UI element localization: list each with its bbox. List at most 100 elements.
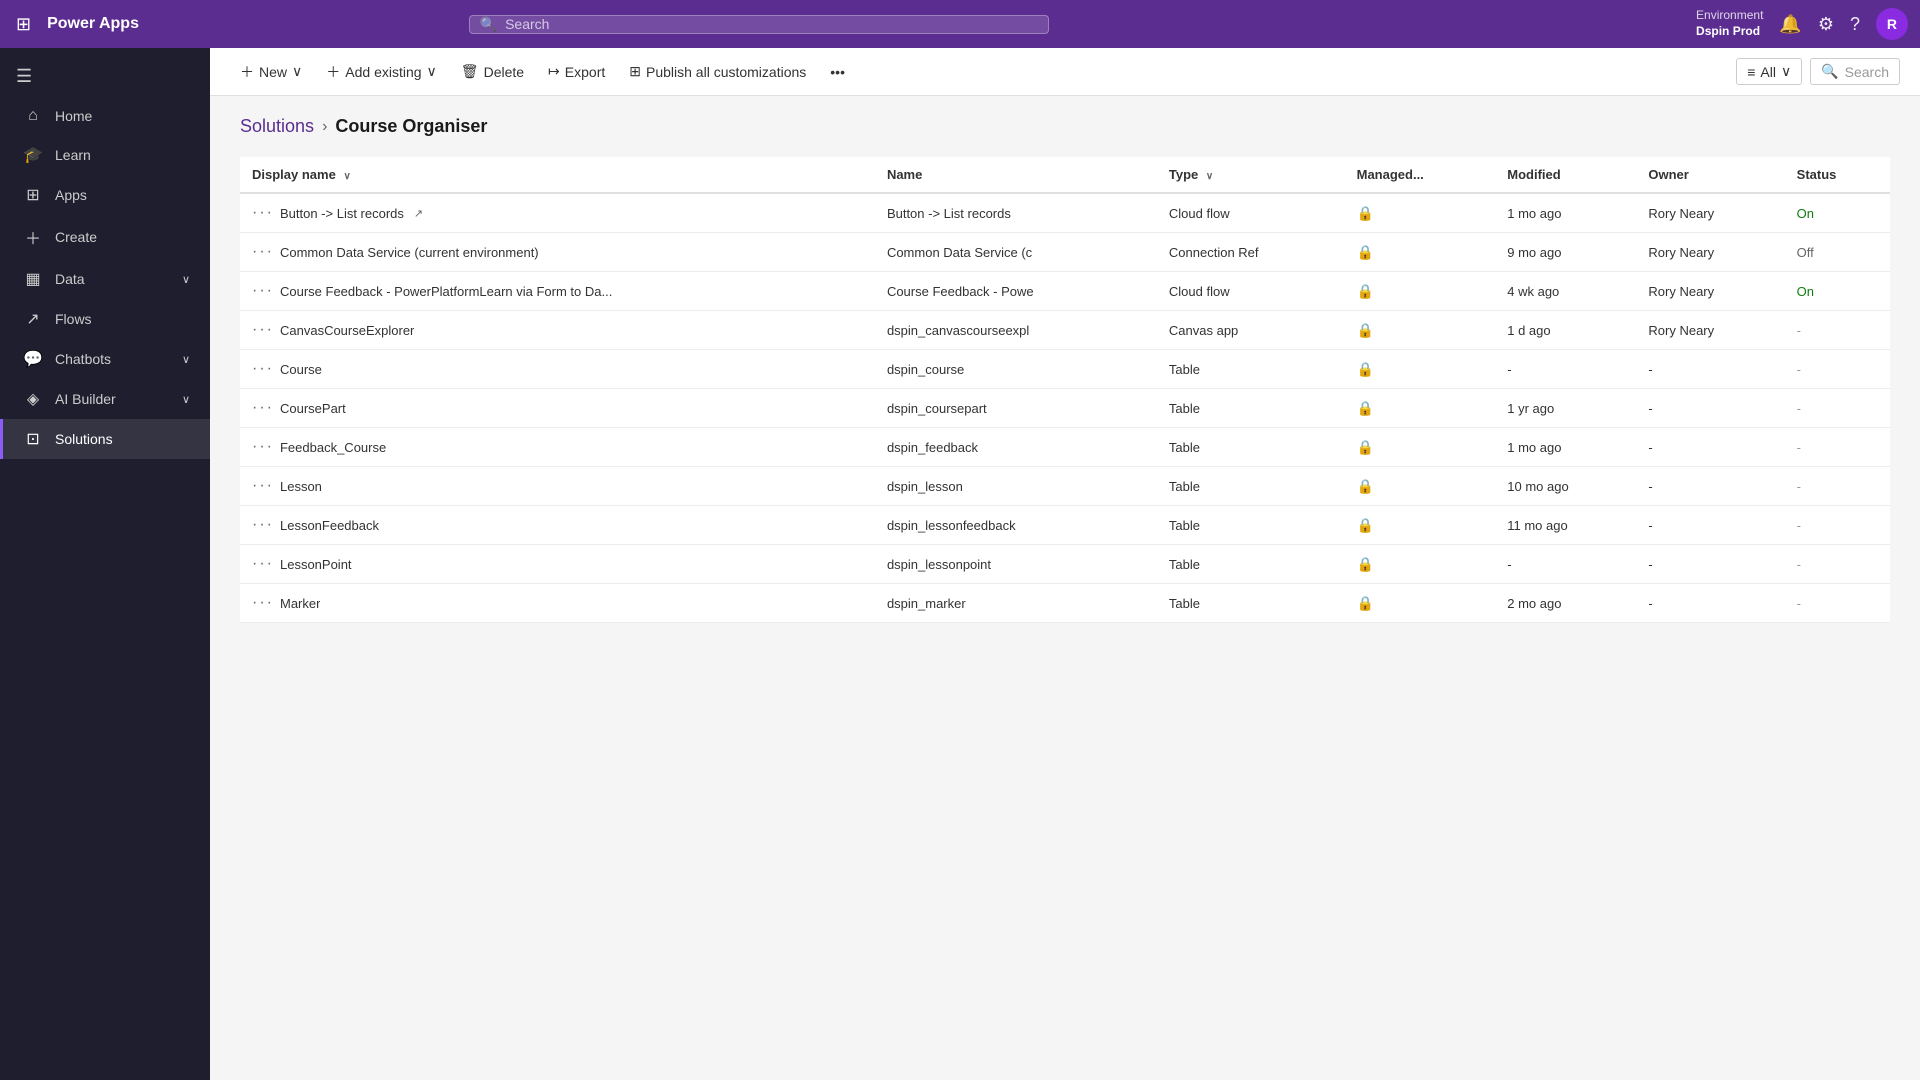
- display-name-value[interactable]: Course Feedback - PowerPlatformLearn via…: [280, 284, 612, 299]
- status-badge: -: [1797, 362, 1801, 377]
- display-name-value[interactable]: Button -> List records: [280, 206, 404, 221]
- display-name-value[interactable]: Lesson: [280, 479, 322, 494]
- notifications-icon[interactable]: 🔔: [1779, 14, 1801, 35]
- row-actions-button[interactable]: ···: [252, 321, 274, 339]
- status-badge: -: [1797, 479, 1801, 494]
- sidebar-item-apps[interactable]: ⊞ Apps: [0, 175, 210, 215]
- sidebar-item-solutions[interactable]: ⊡ Solutions: [0, 419, 210, 459]
- status-badge: -: [1797, 440, 1801, 455]
- sidebar-item-home[interactable]: ⌂ Home: [0, 97, 210, 135]
- status-badge: Off: [1797, 245, 1814, 260]
- row-actions-button[interactable]: ···: [252, 360, 274, 378]
- cell-name: dspin_canvascourseexpl: [875, 311, 1157, 350]
- table-search[interactable]: 🔍 Search: [1810, 58, 1900, 85]
- sidebar-item-label: Flows: [55, 311, 92, 327]
- chevron-down-icon: ∨: [1781, 63, 1791, 80]
- display-name-value[interactable]: CoursePart: [280, 401, 346, 416]
- cell-owner: -: [1636, 389, 1784, 428]
- cell-type: Table: [1157, 545, 1345, 584]
- delete-button[interactable]: 🗑 Delete: [451, 57, 534, 86]
- sidebar-item-label: Solutions: [55, 431, 113, 447]
- command-bar-right: ≡ All ∨ 🔍 Search: [1736, 58, 1900, 85]
- col-header-type[interactable]: Type ∨: [1157, 157, 1345, 193]
- cell-modified: -: [1495, 350, 1636, 389]
- display-name-value[interactable]: LessonPoint: [280, 557, 352, 572]
- chevron-down-icon: ∨: [182, 273, 190, 286]
- settings-icon[interactable]: ⚙: [1818, 14, 1834, 35]
- display-name-value[interactable]: Common Data Service (current environment…: [280, 245, 539, 260]
- app-logo: Power Apps: [47, 15, 139, 33]
- row-actions-button[interactable]: ···: [252, 477, 274, 495]
- cell-type: Table: [1157, 389, 1345, 428]
- cell-name: dspin_lessonpoint: [875, 545, 1157, 584]
- external-link-icon: ↗: [414, 207, 423, 220]
- cell-status: -: [1785, 389, 1890, 428]
- sidebar-toggle[interactable]: ☰: [0, 56, 210, 97]
- status-badge: -: [1797, 557, 1801, 572]
- sidebar-item-flows[interactable]: ↗ Flows: [0, 299, 210, 339]
- lock-icon: 🔒: [1357, 439, 1374, 455]
- row-actions-button[interactable]: ···: [252, 243, 274, 261]
- cell-managed: 🔒: [1345, 272, 1496, 311]
- global-search-input[interactable]: [505, 16, 1038, 32]
- global-search[interactable]: 🔍: [469, 15, 1049, 34]
- row-actions-button[interactable]: ···: [252, 399, 274, 417]
- status-badge: -: [1797, 596, 1801, 611]
- sidebar-item-learn[interactable]: 🎓 Learn: [0, 135, 210, 175]
- apps-icon: ⊞: [23, 185, 43, 205]
- sidebar-item-label: AI Builder: [55, 391, 116, 407]
- row-actions-button[interactable]: ···: [252, 555, 274, 573]
- cell-modified: 1 yr ago: [1495, 389, 1636, 428]
- chevron-down-icon: ∨: [292, 63, 302, 80]
- cell-owner: -: [1636, 506, 1784, 545]
- solutions-table: Display name ∨ Name Type ∨ Managed...: [240, 157, 1890, 623]
- cell-status: -: [1785, 584, 1890, 623]
- chevron-down-icon: ∨: [182, 393, 190, 406]
- cell-modified: 4 wk ago: [1495, 272, 1636, 311]
- top-bar: ⊞ Power Apps 🔍 Environment Dspin Prod 🔔 …: [0, 0, 1920, 48]
- publish-button[interactable]: ⊞ Publish all customizations: [619, 57, 816, 86]
- display-name-value[interactable]: Course: [280, 362, 322, 377]
- col-header-display-name[interactable]: Display name ∨: [240, 157, 875, 193]
- table-row: ··· Marker dspin_markerTable🔒2 mo ago--: [240, 584, 1890, 623]
- cell-name: Course Feedback - Powe: [875, 272, 1157, 311]
- row-actions-button[interactable]: ···: [252, 282, 274, 300]
- table-row: ··· Course Feedback - PowerPlatformLearn…: [240, 272, 1890, 311]
- filter-icon: ≡: [1747, 64, 1755, 80]
- avatar[interactable]: R: [1876, 8, 1908, 40]
- cell-type: Canvas app: [1157, 311, 1345, 350]
- cell-type: Table: [1157, 506, 1345, 545]
- row-actions-button[interactable]: ···: [252, 516, 274, 534]
- filter-button[interactable]: ≡ All ∨: [1736, 58, 1802, 85]
- cell-owner: -: [1636, 467, 1784, 506]
- sidebar-item-ai-builder[interactable]: ◈ AI Builder ∨: [0, 379, 210, 419]
- more-button[interactable]: •••: [820, 58, 855, 86]
- table-header-row: Display name ∨ Name Type ∨ Managed...: [240, 157, 1890, 193]
- display-name-value[interactable]: Marker: [280, 596, 320, 611]
- row-actions-button[interactable]: ···: [252, 204, 274, 222]
- help-icon[interactable]: ?: [1850, 14, 1860, 35]
- cell-display-name: ··· Course Feedback - PowerPlatformLearn…: [240, 272, 875, 311]
- breadcrumb-parent[interactable]: Solutions: [240, 116, 314, 137]
- cell-managed: 🔒: [1345, 584, 1496, 623]
- environment-info: Environment Dspin Prod: [1696, 8, 1763, 39]
- display-name-value[interactable]: Feedback_Course: [280, 440, 386, 455]
- sidebar-item-chatbots[interactable]: 💬 Chatbots ∨: [0, 339, 210, 379]
- add-existing-button[interactable]: ＋ Add existing ∨: [316, 56, 447, 88]
- row-actions-button[interactable]: ···: [252, 594, 274, 612]
- new-button[interactable]: ＋ New ∨: [230, 56, 312, 88]
- row-actions-button[interactable]: ···: [252, 438, 274, 456]
- cell-display-name: ··· Button -> List records ↗: [240, 193, 875, 233]
- cell-display-name: ··· Course: [240, 350, 875, 389]
- waffle-icon[interactable]: ⊞: [12, 10, 35, 39]
- cell-display-name: ··· Feedback_Course: [240, 428, 875, 467]
- display-name-value[interactable]: LessonFeedback: [280, 518, 379, 533]
- data-icon: ▦: [23, 269, 43, 289]
- sidebar-item-create[interactable]: ＋ Create: [0, 215, 210, 259]
- cell-modified: 2 mo ago: [1495, 584, 1636, 623]
- table-row: ··· CanvasCourseExplorer dspin_canvascou…: [240, 311, 1890, 350]
- sidebar-item-data[interactable]: ▦ Data ∨: [0, 259, 210, 299]
- export-button[interactable]: ↦ Export: [538, 57, 615, 86]
- sidebar-item-label: Chatbots: [55, 351, 111, 367]
- display-name-value[interactable]: CanvasCourseExplorer: [280, 323, 414, 338]
